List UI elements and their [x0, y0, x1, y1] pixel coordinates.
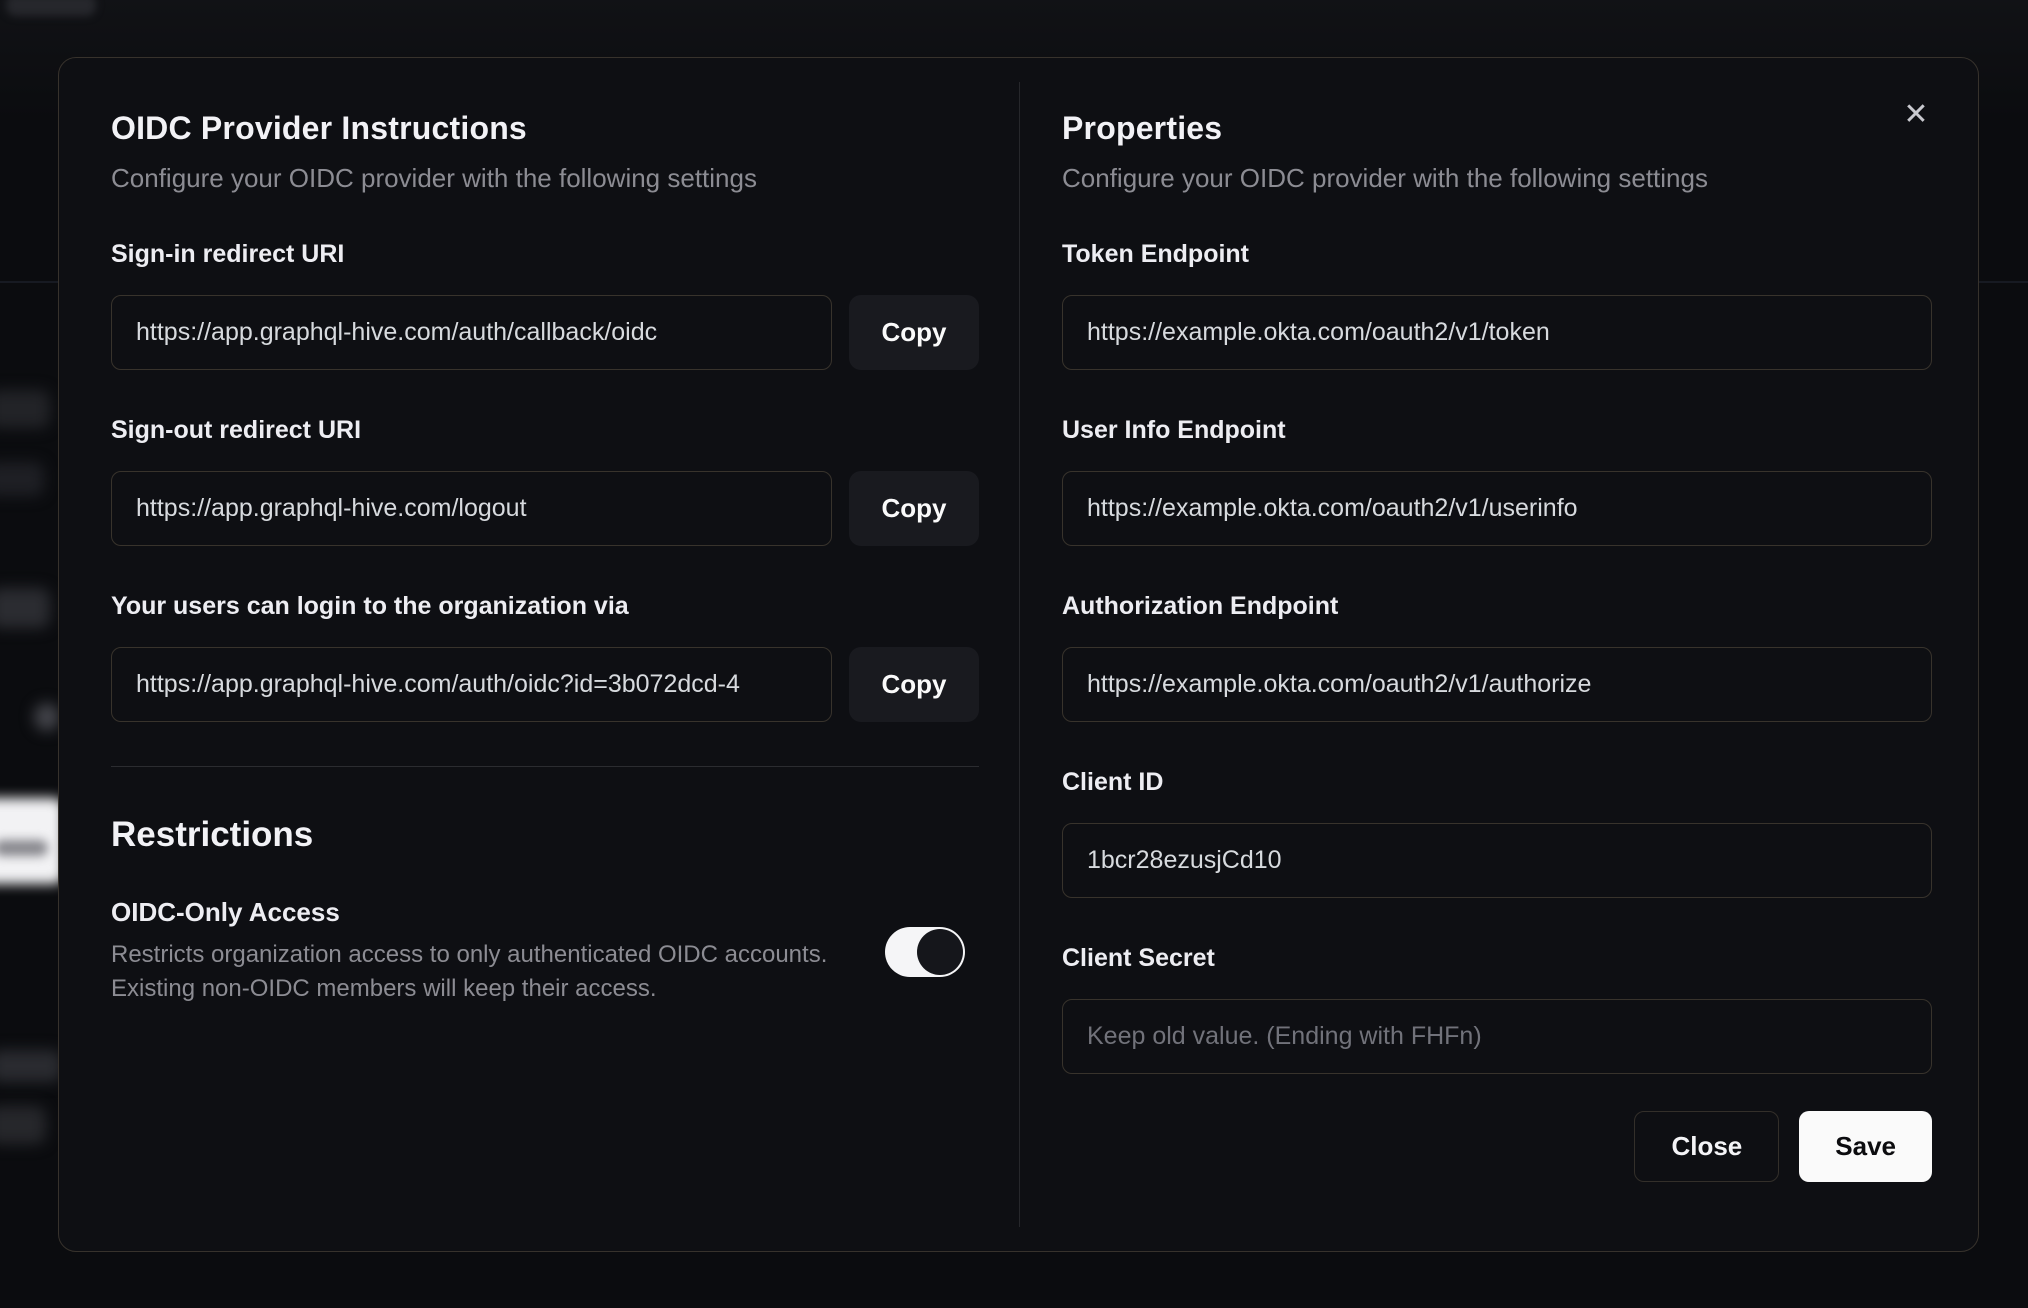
organization-login-uri-row: Copy — [111, 647, 979, 722]
user-info-endpoint-label: User Info Endpoint — [1062, 416, 1286, 444]
user-info-endpoint-row — [1062, 471, 1932, 546]
copy-login-uri-button[interactable]: Copy — [849, 647, 979, 722]
instructions-subtitle: Configure your OIDC provider with the fo… — [111, 163, 757, 193]
background-fragment — [34, 703, 60, 731]
organization-login-uri-label: Your users can login to the organization… — [111, 592, 629, 620]
background-fragment — [0, 588, 50, 628]
background-fragment — [0, 1106, 46, 1144]
client-secret-row — [1062, 999, 1932, 1074]
oidc-only-access-label: OIDC-Only Access — [111, 897, 340, 927]
column-divider — [1019, 82, 1020, 1227]
sign-out-redirect-uri-input[interactable] — [111, 471, 832, 546]
background-fragment — [0, 462, 44, 496]
authorization-endpoint-row — [1062, 647, 1932, 722]
sign-in-redirect-uri-row: Copy — [111, 295, 979, 370]
user-info-endpoint-input[interactable] — [1062, 471, 1932, 546]
client-secret-label: Client Secret — [1062, 944, 1215, 972]
organization-login-uri-input[interactable] — [111, 647, 832, 722]
authorization-endpoint-input[interactable] — [1062, 647, 1932, 722]
background-fragment — [0, 1050, 62, 1082]
token-endpoint-row — [1062, 295, 1932, 370]
token-endpoint-label: Token Endpoint — [1062, 240, 1250, 268]
background-fragment — [0, 840, 48, 856]
oidc-only-access-row: OIDC-Only Access Restricts organization … — [111, 897, 979, 1006]
toggle-thumb — [917, 928, 963, 975]
oidc-only-access-toggle[interactable] — [885, 926, 965, 977]
background-fragment-toolbar — [6, 0, 96, 16]
instructions-column: OIDC Provider Instructions Configure you… — [111, 58, 979, 1006]
properties-title: Properties — [1062, 110, 1223, 146]
close-button[interactable]: Close — [1634, 1111, 1780, 1182]
properties-subtitle: Configure your OIDC provider with the fo… — [1062, 163, 1708, 193]
save-button[interactable]: Save — [1799, 1111, 1932, 1182]
token-endpoint-input[interactable] — [1062, 295, 1932, 370]
properties-column: Properties Configure your OIDC provider … — [1062, 58, 1932, 1182]
sign-out-redirect-uri-label: Sign-out redirect URI — [111, 416, 362, 444]
oidc-only-access-text: OIDC-Only Access Restricts organization … — [111, 897, 885, 1006]
client-id-row — [1062, 823, 1932, 898]
copy-sign-in-uri-button[interactable]: Copy — [849, 295, 979, 370]
sign-in-redirect-uri-input[interactable] — [111, 295, 832, 370]
background-fragment — [0, 390, 50, 428]
client-secret-input[interactable] — [1062, 999, 1932, 1074]
oidc-only-access-description-line1: Restricts organization access to only au… — [111, 941, 828, 968]
modal-actions: Close Save — [1062, 1111, 1932, 1182]
authorization-endpoint-label: Authorization Endpoint — [1062, 592, 1339, 620]
sign-in-redirect-uri-label: Sign-in redirect URI — [111, 240, 345, 268]
oidc-settings-modal: ✕ OIDC Provider Instructions Configure y… — [58, 57, 1979, 1252]
section-divider — [111, 766, 979, 767]
client-id-label: Client ID — [1062, 768, 1164, 796]
instructions-title: OIDC Provider Instructions — [111, 110, 527, 146]
sign-out-redirect-uri-row: Copy — [111, 471, 979, 546]
client-id-input[interactable] — [1062, 823, 1932, 898]
oidc-only-access-description: Restricts organization access to only au… — [111, 938, 845, 1006]
copy-sign-out-uri-button[interactable]: Copy — [849, 471, 979, 546]
oidc-only-access-description-line2: Existing non-OIDC members will keep thei… — [111, 975, 657, 1002]
restrictions-title: Restrictions — [111, 815, 314, 854]
